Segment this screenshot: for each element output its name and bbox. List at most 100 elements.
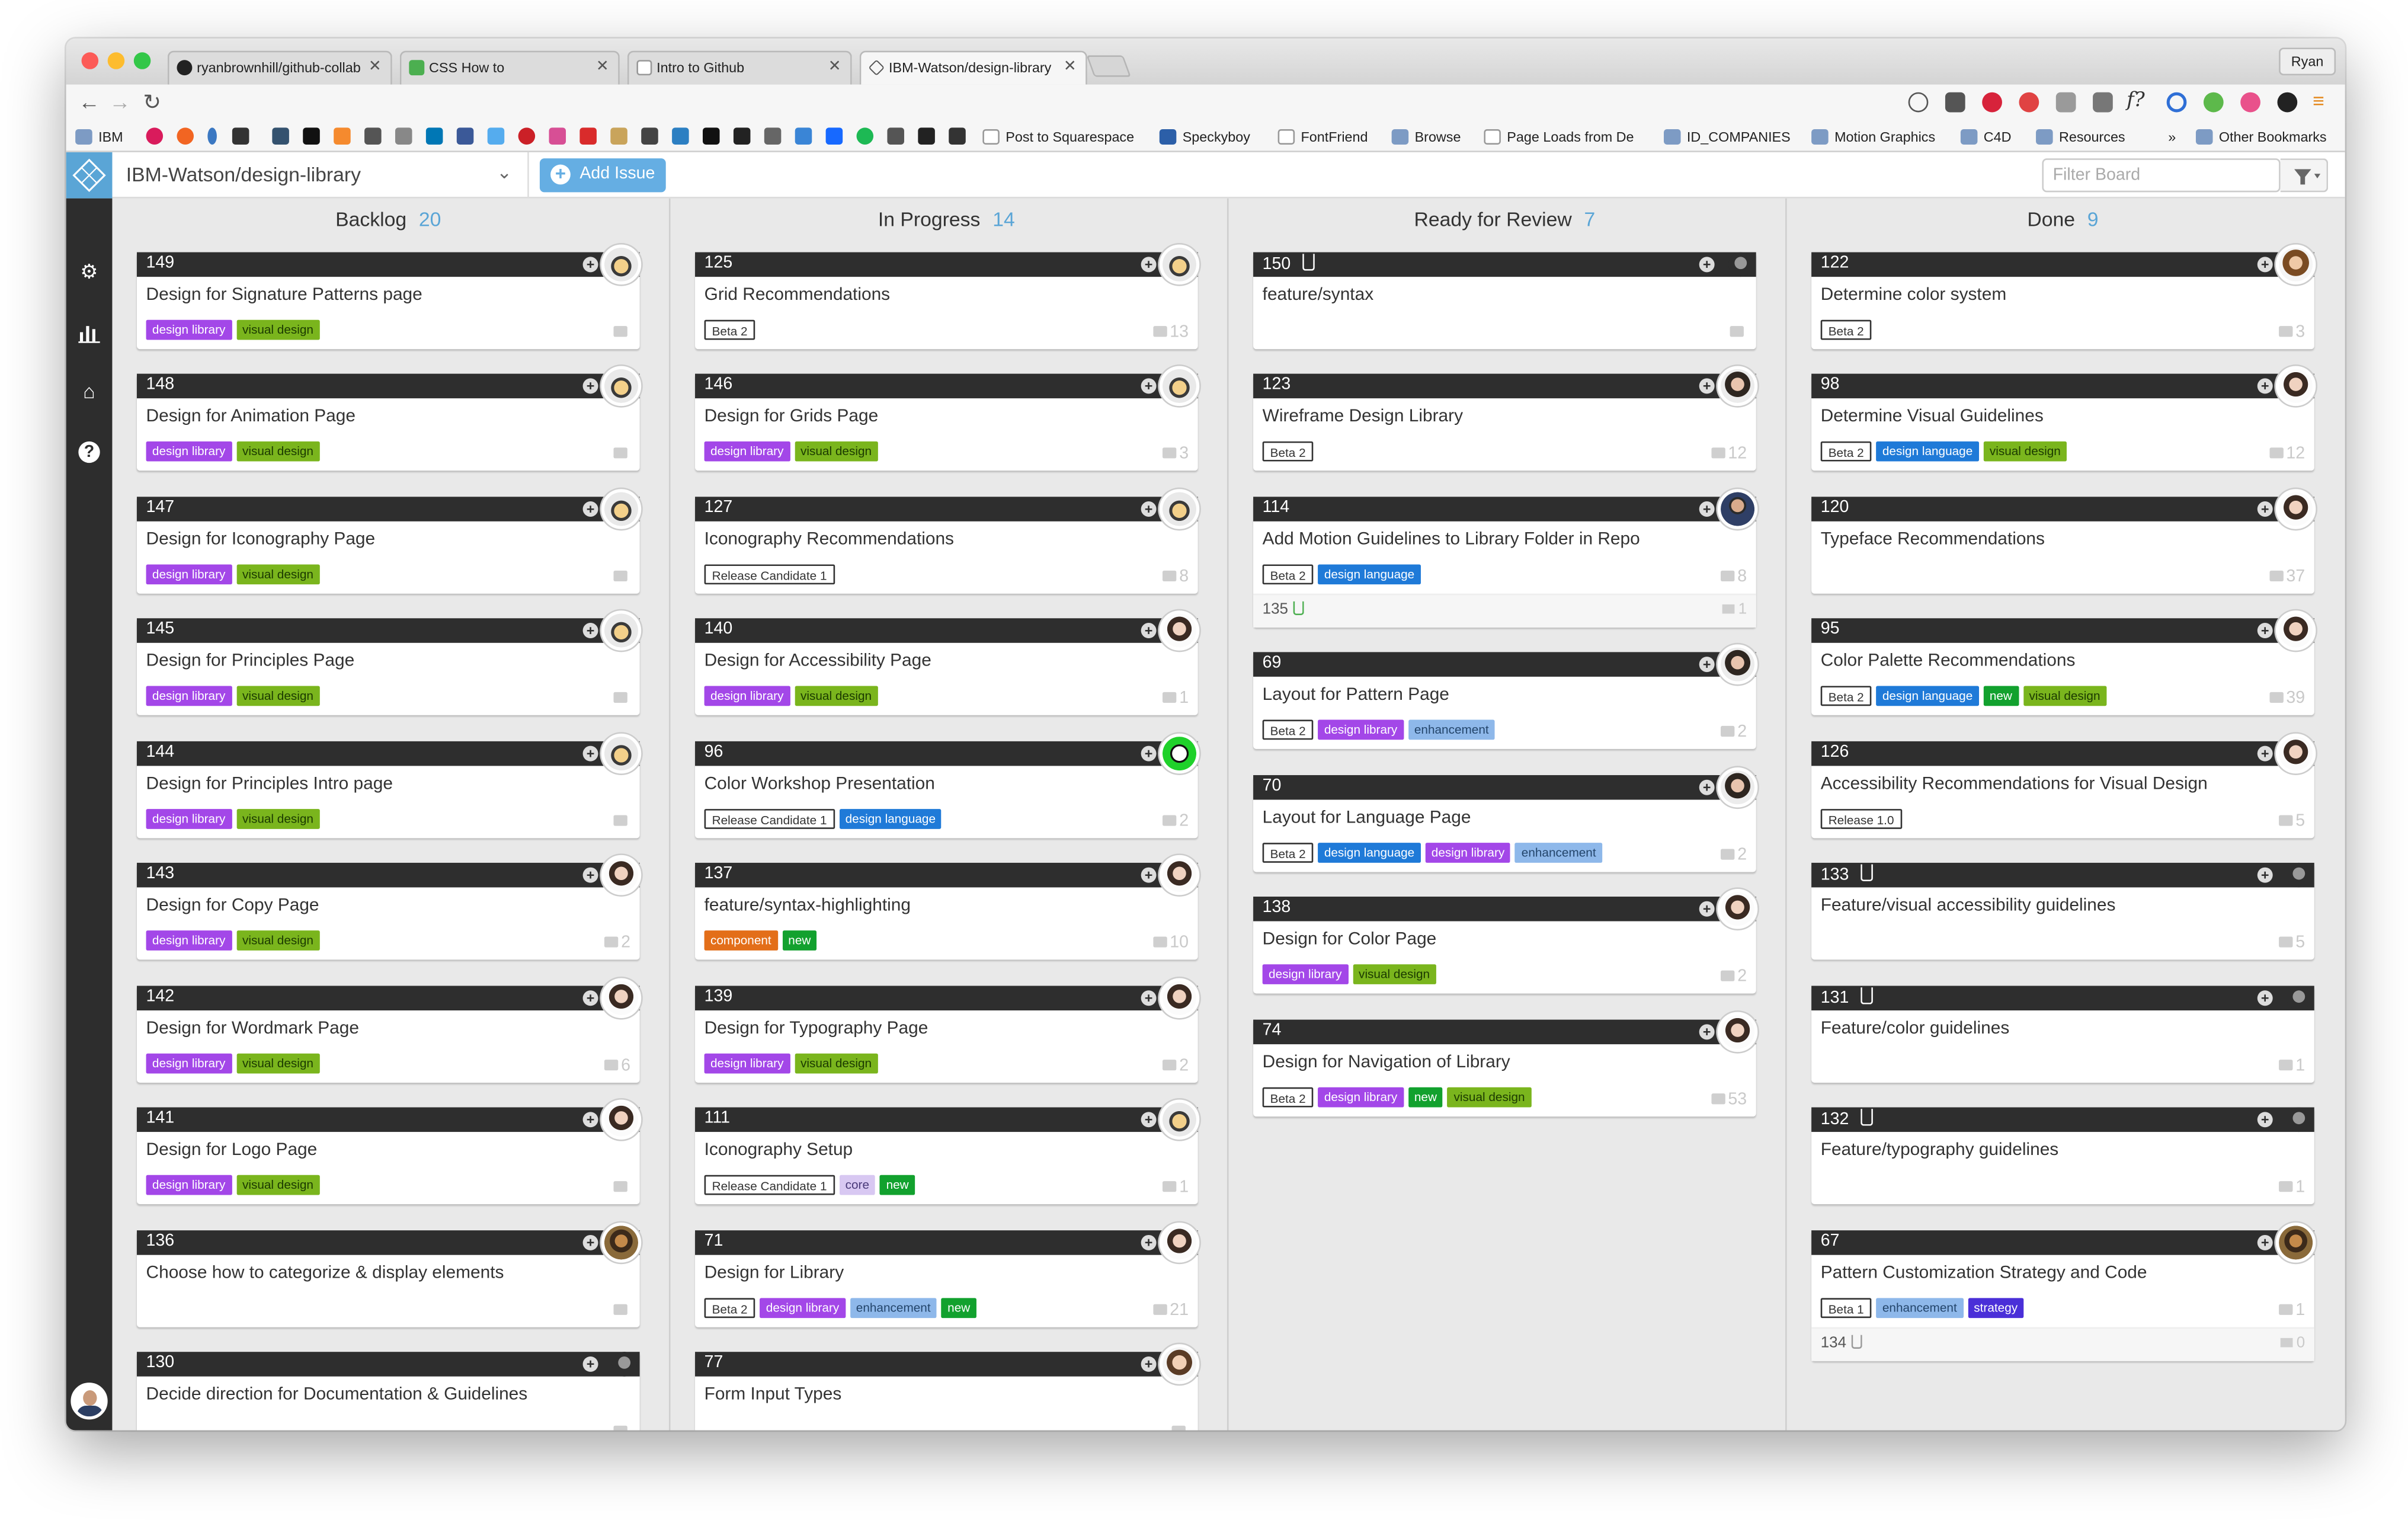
issue-label[interactable]: component (704, 930, 778, 951)
issue-title[interactable]: Design for Principles Page (146, 652, 355, 670)
issue-label[interactable]: design language (1318, 564, 1421, 584)
close-window-button[interactable] (81, 52, 99, 69)
assignee-avatar[interactable] (601, 244, 642, 284)
huboard-logo[interactable] (66, 152, 113, 199)
issue-title[interactable]: Design for Typography Page (705, 1019, 928, 1037)
assignee-avatar[interactable] (1159, 977, 1200, 1018)
issue-card[interactable]: 69 + Layout for Pattern Page Beta 2 design l… (1253, 644, 1758, 749)
issue-title[interactable]: Feature/visual accessibility guidelines (1821, 897, 2116, 915)
pinterest-icon[interactable] (1982, 92, 2002, 113)
issue-label[interactable]: strategy (1967, 1297, 2024, 1317)
issue-card[interactable]: 137 + feature/syntax-highlighting component… (695, 855, 1200, 960)
assignee-avatar[interactable] (601, 1221, 642, 1262)
issue-label[interactable]: design language (1876, 686, 1979, 706)
unassigned-avatar-icon[interactable] (2287, 985, 2311, 1010)
issue-label[interactable]: new (1983, 686, 2019, 706)
fontface-icon[interactable]: f? (2127, 89, 2145, 113)
issue-title[interactable]: Design for Color Page (1263, 930, 1437, 949)
issue-title[interactable]: Pattern Customization Strategy and Code (1821, 1263, 2147, 1282)
issue-card[interactable]: 150 + feature/syntax (1253, 251, 1756, 348)
issue-label[interactable]: new (782, 930, 817, 951)
issue-title[interactable]: Design for Wordmark Page (146, 1019, 359, 1037)
issue-label[interactable]: design library (704, 441, 790, 462)
card-action-plus-icon[interactable]: + (582, 1112, 598, 1128)
issue-title[interactable]: Design for Signature Patterns page (146, 285, 422, 303)
issue-label[interactable]: design library (146, 686, 232, 706)
bookmark-icon[interactable] (549, 127, 566, 145)
issue-card[interactable]: 96 + Color Workshop Presentation Release Ca… (695, 732, 1200, 838)
bookmark-icon[interactable] (146, 127, 164, 145)
issue-label[interactable]: Beta 2 (1262, 1086, 1314, 1107)
assignee-avatar[interactable] (601, 610, 642, 651)
issue-card[interactable]: 131 + Feature/color guidelines 1 (1811, 985, 2314, 1082)
issue-title[interactable]: Accessibility Recommendations for Visual… (1821, 775, 2208, 793)
issue-card[interactable]: 67 + Pattern Customization Strategy and Co… (1811, 1221, 2316, 1361)
pocket-icon[interactable] (1945, 92, 1965, 113)
issue-card[interactable]: 125 + Grid Recommendations Beta 2 13 (695, 244, 1200, 348)
repo-selector[interactable]: IBM-Watson/design-library ⌄ (114, 152, 529, 199)
issue-label[interactable]: design library (146, 564, 232, 584)
back-icon[interactable]: ← (78, 89, 100, 114)
user-avatar[interactable] (71, 1383, 108, 1420)
issue-label[interactable]: new (880, 1175, 915, 1195)
issue-label[interactable]: design language (1876, 441, 1979, 462)
issue-label[interactable]: Beta 2 (1820, 441, 1872, 462)
issue-card[interactable]: 144 + Design for Principles Intro page desi… (136, 732, 642, 838)
issue-card[interactable]: 143 + Design for Copy Page design library vi… (136, 855, 642, 960)
issue-title[interactable]: feature/syntax-highlighting (705, 897, 911, 915)
issue-label[interactable]: Beta 2 (704, 319, 755, 340)
issue-label[interactable]: Release Candidate 1 (704, 564, 835, 584)
issue-card[interactable]: 70 + Layout for Language Page Beta 2 design … (1253, 766, 1758, 872)
issue-label[interactable]: design language (1318, 842, 1421, 862)
profile-button[interactable]: Ryan (2279, 47, 2336, 76)
bookmark-icon[interactable] (672, 127, 689, 145)
assignee-avatar[interactable] (2275, 610, 2316, 651)
issue-label[interactable]: visual design (236, 686, 320, 706)
issue-card[interactable]: 147 + Design for Iconography Page design li… (136, 488, 642, 593)
issue-title[interactable]: Grid Recommendations (705, 285, 891, 303)
assignee-avatar[interactable] (1159, 855, 1200, 895)
close-tab-icon[interactable]: ✕ (828, 59, 841, 76)
assignee-avatar[interactable] (2275, 488, 2316, 529)
assignee-avatar[interactable] (1159, 732, 1200, 773)
bookmark-icon[interactable] (579, 127, 597, 145)
issue-label[interactable]: design library (146, 1052, 232, 1073)
issue-label[interactable]: visual design (236, 1052, 320, 1073)
unassigned-avatar-icon[interactable] (1728, 251, 1753, 276)
issue-label[interactable]: design library (704, 1052, 790, 1073)
issue-card[interactable]: 148 + Design for Animation Page design libr… (136, 366, 642, 471)
bookmark-folder[interactable]: IBM (75, 126, 123, 148)
card-action-plus-icon[interactable]: + (2257, 867, 2273, 883)
issue-title[interactable]: Feature/typography guidelines (1821, 1141, 2059, 1160)
issue-card[interactable]: 130 + Decide direction for Documentation &… (136, 1352, 640, 1431)
issue-label[interactable]: design library (146, 1175, 232, 1195)
issue-label[interactable]: Release Candidate 1 (704, 1175, 835, 1195)
issue-label[interactable]: visual design (794, 441, 878, 462)
bookmark-icon[interactable] (272, 127, 289, 145)
bookmark-icon[interactable] (795, 127, 812, 145)
issue-title[interactable]: Wireframe Design Library (1263, 408, 1463, 426)
issue-label[interactable]: enhancement (1876, 1297, 1964, 1317)
issue-label[interactable]: Beta 2 (1262, 719, 1314, 740)
bookmark-icon[interactable] (825, 127, 843, 145)
issue-card[interactable]: 77 + Form Input Types (695, 1344, 1200, 1431)
issue-card[interactable]: 136 + Choose how to categorize & display e… (136, 1221, 642, 1327)
issue-label[interactable]: Beta 2 (1820, 319, 1872, 340)
home-icon[interactable]: ⌂ (77, 380, 102, 405)
issue-card[interactable]: 141 + Design for Logo Page design library vi… (136, 1099, 642, 1205)
bookmark-icon[interactable] (207, 127, 217, 145)
assignee-avatar[interactable] (1159, 610, 1200, 651)
bookmark-icon[interactable] (887, 127, 904, 145)
issue-label[interactable]: visual design (1448, 1086, 1531, 1107)
issue-label[interactable]: core (839, 1175, 876, 1195)
chart-icon[interactable] (77, 320, 102, 345)
issue-label[interactable]: Beta 2 (1262, 564, 1314, 584)
unassigned-avatar-icon[interactable] (611, 1352, 637, 1377)
browser-tab[interactable]: Intro to Github ✕ (627, 50, 852, 85)
menu-icon[interactable]: ≡ (2313, 89, 2324, 113)
card-action-plus-icon[interactable]: + (2257, 623, 2273, 639)
bookmark-icon[interactable] (395, 127, 412, 145)
close-tab-icon[interactable]: ✕ (1064, 59, 1077, 76)
issue-label[interactable]: Release 1.0 (1820, 808, 1902, 828)
issue-title[interactable]: Determine color system (1821, 285, 2006, 303)
